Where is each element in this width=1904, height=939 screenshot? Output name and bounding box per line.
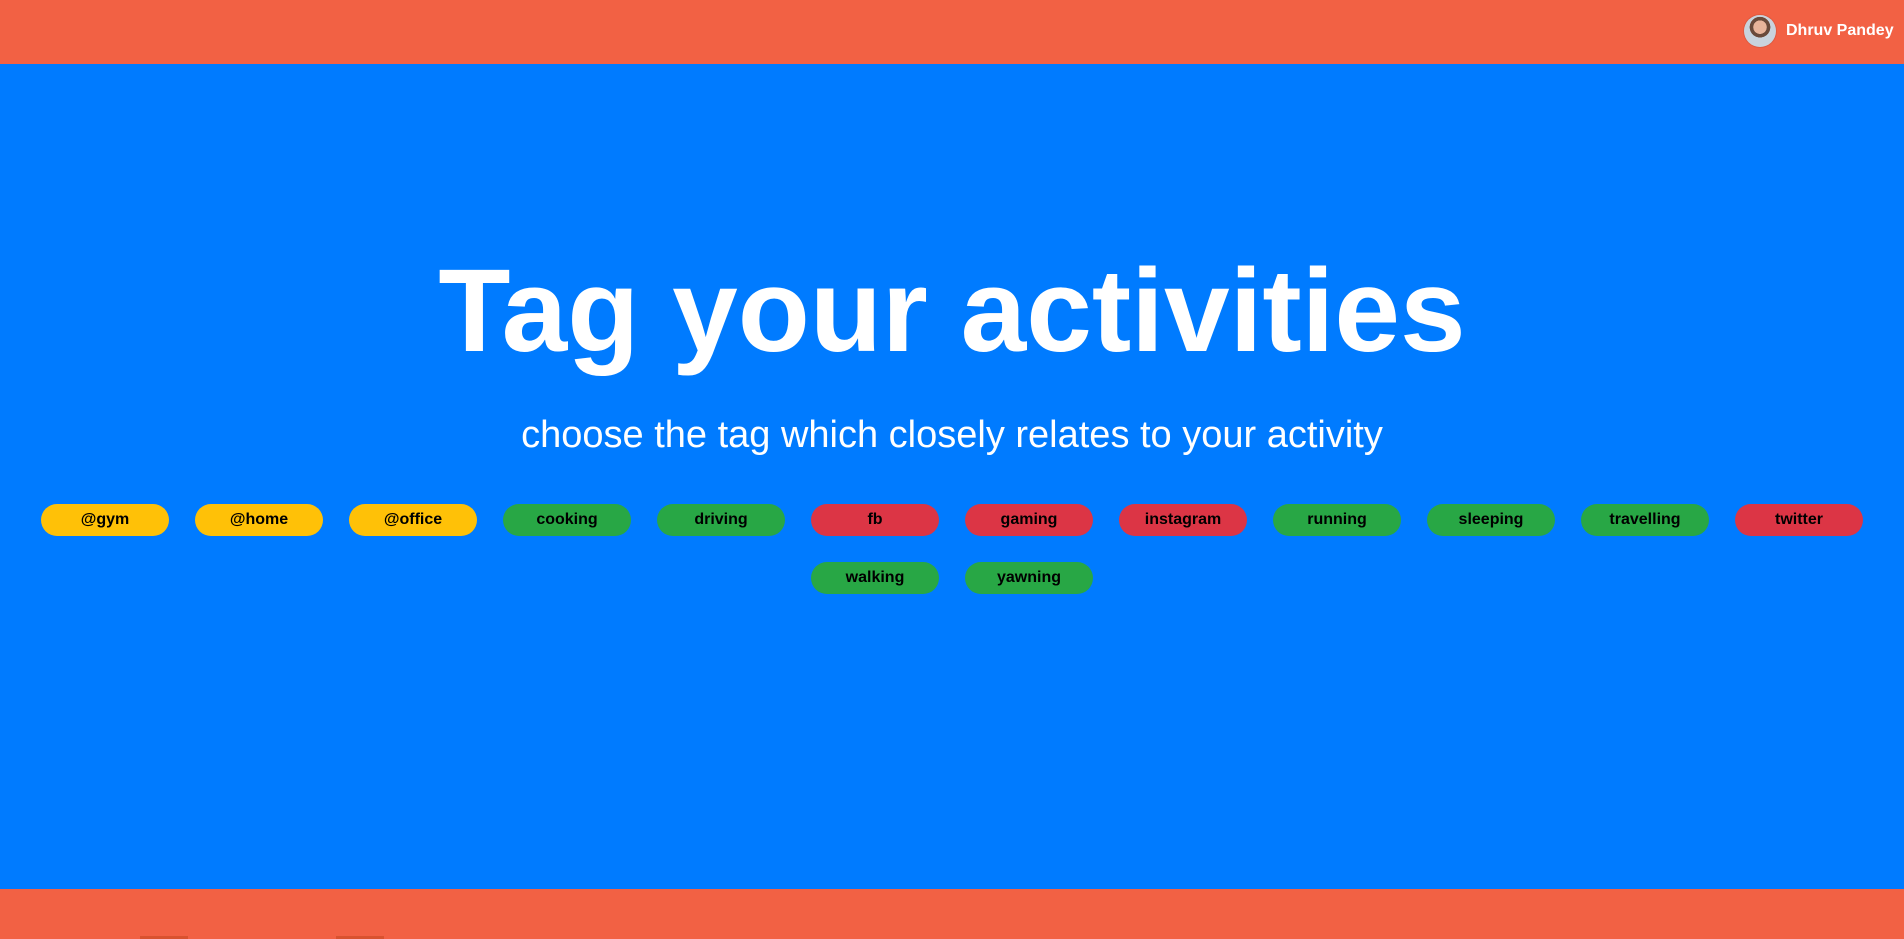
tag-gaming[interactable]: gaming <box>965 504 1093 536</box>
tag-travelling[interactable]: travelling <box>1581 504 1709 536</box>
tag-walking[interactable]: walking <box>811 562 939 594</box>
tag-home[interactable]: @home <box>195 504 323 536</box>
tag-yawning[interactable]: yawning <box>965 562 1093 594</box>
tag-driving[interactable]: driving <box>657 504 785 536</box>
tag-office[interactable]: @office <box>349 504 477 536</box>
page-title: Tag your activities <box>438 245 1466 377</box>
tag-twitter[interactable]: twitter <box>1735 504 1863 536</box>
user-menu[interactable]: Dhruv Pandey <box>1744 14 1904 48</box>
main-content: Tag your activities choose the tag which… <box>0 64 1904 889</box>
footer-bar <box>0 889 1904 939</box>
tag-sleeping[interactable]: sleeping <box>1427 504 1555 536</box>
page-subtitle: choose the tag which closely relates to … <box>521 414 1383 456</box>
top-navbar: Dhruv Pandey <box>0 0 1904 64</box>
tag-gym[interactable]: @gym <box>41 504 169 536</box>
tag-running[interactable]: running <box>1273 504 1401 536</box>
tag-instagram[interactable]: instagram <box>1119 504 1247 536</box>
tag-cooking[interactable]: cooking <box>503 504 631 536</box>
tag-fb[interactable]: fb <box>811 504 939 536</box>
user-avatar-icon[interactable] <box>1744 15 1776 47</box>
user-name[interactable]: Dhruv Pandey <box>1786 22 1904 40</box>
